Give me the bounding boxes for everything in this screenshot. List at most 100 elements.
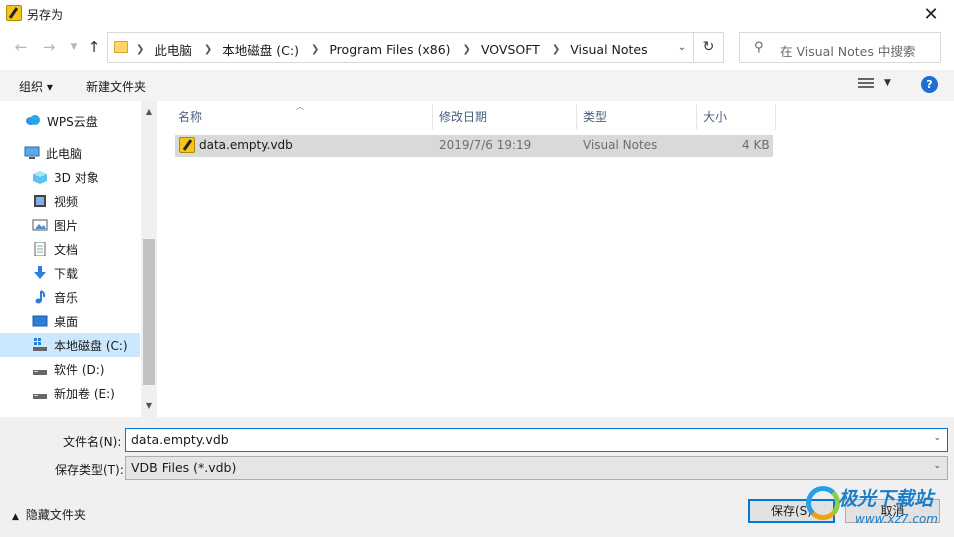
breadcrumb-item[interactable]: 此电脑 — [154, 40, 192, 59]
navigation-pane: WPS云盘 此电脑 3D 对象 视频 图片 文档 下载 音乐 桌面 本地磁盘 (… — [0, 101, 157, 417]
save-button[interactable]: 保存(S) — [748, 499, 835, 523]
filename-field[interactable]: data.empty.vdb ⌄ — [125, 428, 948, 452]
view-options-icon[interactable] — [858, 78, 874, 92]
chevron-down-icon[interactable]: ⌄ — [933, 433, 941, 443]
cube-icon — [32, 170, 48, 184]
sidebar-item-label: WPS云盘 — [47, 114, 98, 129]
chevron-right-icon[interactable]: ❯ — [463, 44, 471, 55]
chevron-down-icon: ⌄ — [933, 461, 941, 471]
column-header-date[interactable]: 修改日期 — [432, 104, 577, 130]
arrow-up-icon: ↑ — [87, 38, 101, 56]
drive-icon — [32, 362, 48, 376]
forward-button[interactable]: → — [39, 38, 59, 56]
search-icon: ⚲ — [754, 40, 764, 55]
column-header-type[interactable]: 类型 — [576, 104, 697, 130]
title-bar: 另存为 ✕ — [0, 0, 954, 28]
breadcrumb-item[interactable]: Program Files (x86) — [329, 42, 450, 57]
sidebar-item-label: 文档 — [54, 242, 79, 257]
sidebar-item-label: 软件 (D:) — [54, 362, 105, 377]
sidebar-scrollbar[interactable]: ▲ ▼ — [141, 101, 157, 417]
file-size: 4 KB — [742, 138, 770, 152]
help-icon[interactable]: ? — [921, 76, 938, 93]
sidebar-item-label: 音乐 — [54, 290, 79, 305]
close-icon: ✕ — [923, 3, 939, 25]
new-folder-button[interactable]: 新建文件夹 — [86, 78, 146, 95]
sidebar-item-wps-cloud[interactable]: WPS云盘 — [0, 109, 140, 133]
sidebar-item-label: 此电脑 — [46, 146, 83, 161]
up-button[interactable]: ↑ — [84, 38, 104, 56]
chevron-right-icon[interactable]: ❯ — [204, 44, 212, 55]
hide-folders-toggle[interactable]: ▲ 隐藏文件夹 — [12, 506, 86, 523]
breadcrumb-item[interactable]: Visual Notes — [570, 42, 647, 57]
chevron-up-icon[interactable]: ▲ — [141, 104, 157, 120]
column-header-name[interactable]: 名称 — [171, 104, 433, 130]
app-icon — [6, 5, 22, 21]
file-modified: 2019/7/6 19:19 — [439, 138, 532, 152]
sidebar-item-local-disk-c[interactable]: 本地磁盘 (C:) — [0, 333, 140, 357]
table-row[interactable]: data.empty.vdb 2019/7/6 19:19 Visual Not… — [175, 135, 773, 157]
chevron-up-icon: ▲ — [12, 512, 19, 522]
navigation-bar: ← → ▼ ↑ ❯ 此电脑 ❯ 本地磁盘 (C:) ❯ Program File… — [0, 30, 954, 64]
breadcrumb-item[interactable]: 本地磁盘 (C:) — [222, 40, 299, 59]
save-form: 文件名(N): data.empty.vdb ⌄ 保存类型(T): VDB Fi… — [0, 417, 954, 537]
sidebar-item-drive-e[interactable]: 新加卷 (E:) — [0, 381, 140, 405]
filetype-label: 保存类型(T): — [55, 463, 124, 477]
refresh-button[interactable]: ↻ — [694, 32, 724, 63]
chevron-down-icon[interactable]: ▼ — [884, 78, 891, 88]
refresh-icon: ↻ — [702, 39, 715, 55]
search-input[interactable]: ⚲ 在 Visual Notes 中搜索 — [739, 32, 941, 63]
drive-icon — [32, 338, 48, 352]
command-toolbar: 组织 ▾ 新建文件夹 ▼ ? — [0, 70, 954, 101]
sidebar-item-label: 下载 — [54, 266, 79, 281]
file-name: data.empty.vdb — [199, 138, 293, 152]
sidebar-item-desktop[interactable]: 桌面 — [0, 309, 140, 333]
folder-icon — [114, 41, 128, 53]
desktop-icon — [32, 314, 48, 328]
download-icon — [32, 266, 48, 280]
music-icon — [32, 290, 48, 304]
document-icon — [32, 241, 48, 257]
address-bar[interactable]: ❯ 此电脑 ❯ 本地磁盘 (C:) ❯ Program Files (x86) … — [107, 32, 694, 63]
sidebar-item-pictures[interactable]: 图片 — [0, 213, 140, 237]
arrow-right-icon: → — [42, 38, 56, 56]
recent-locations-button[interactable]: ▼ — [64, 38, 84, 56]
sidebar-item-label: 视频 — [54, 194, 79, 209]
sidebar-item-videos[interactable]: 视频 — [0, 189, 140, 213]
chevron-down-icon: ⌄ — [677, 42, 687, 53]
video-icon — [32, 194, 48, 208]
arrow-left-icon: ← — [14, 38, 28, 56]
back-button[interactable]: ← — [11, 38, 31, 56]
picture-icon — [32, 218, 48, 232]
breadcrumb: ❯ 此电脑 ❯ 本地磁盘 (C:) ❯ Program Files (x86) … — [136, 40, 660, 59]
sidebar-item-documents[interactable]: 文档 — [0, 237, 140, 261]
hide-folders-label: 隐藏文件夹 — [25, 508, 86, 522]
sidebar-item-label: 新加卷 (E:) — [54, 386, 115, 401]
chevron-right-icon[interactable]: ❯ — [311, 44, 319, 55]
sidebar-item-music[interactable]: 音乐 — [0, 285, 140, 309]
sidebar-item-label: 桌面 — [54, 314, 79, 329]
sidebar-item-label: 3D 对象 — [54, 170, 99, 185]
sidebar-item-drive-d[interactable]: 软件 (D:) — [0, 357, 140, 381]
computer-icon — [24, 146, 40, 160]
address-dropdown-button[interactable]: ⌄ — [669, 33, 694, 62]
window-title: 另存为 — [27, 8, 64, 22]
organize-menu[interactable]: 组织 ▾ — [19, 78, 53, 95]
sidebar-item-label: 图片 — [54, 218, 79, 233]
chevron-right-icon[interactable]: ❯ — [136, 44, 144, 55]
chevron-right-icon[interactable]: ❯ — [552, 44, 560, 55]
scrollbar-thumb[interactable] — [143, 239, 155, 385]
chevron-down-icon[interactable]: ▼ — [141, 398, 157, 414]
sidebar-item-this-pc[interactable]: 此电脑 — [0, 141, 140, 165]
filename-label: 文件名(N): — [63, 435, 122, 449]
column-header-size[interactable]: 大小 — [696, 104, 776, 130]
sidebar-item-label: 本地磁盘 (C:) — [54, 338, 128, 353]
cancel-button[interactable]: 取消 — [845, 499, 940, 523]
search-placeholder: 在 Visual Notes 中搜索 — [780, 44, 916, 59]
visual-notes-file-icon — [179, 137, 195, 153]
sidebar-item-3d-objects[interactable]: 3D 对象 — [0, 165, 140, 189]
filetype-select[interactable]: VDB Files (*.vdb) ⌄ — [125, 456, 948, 480]
close-button[interactable]: ✕ — [908, 0, 954, 28]
breadcrumb-item[interactable]: VOVSOFT — [481, 42, 540, 57]
sidebar-item-downloads[interactable]: 下载 — [0, 261, 140, 285]
chevron-down-icon: ▼ — [70, 42, 78, 52]
